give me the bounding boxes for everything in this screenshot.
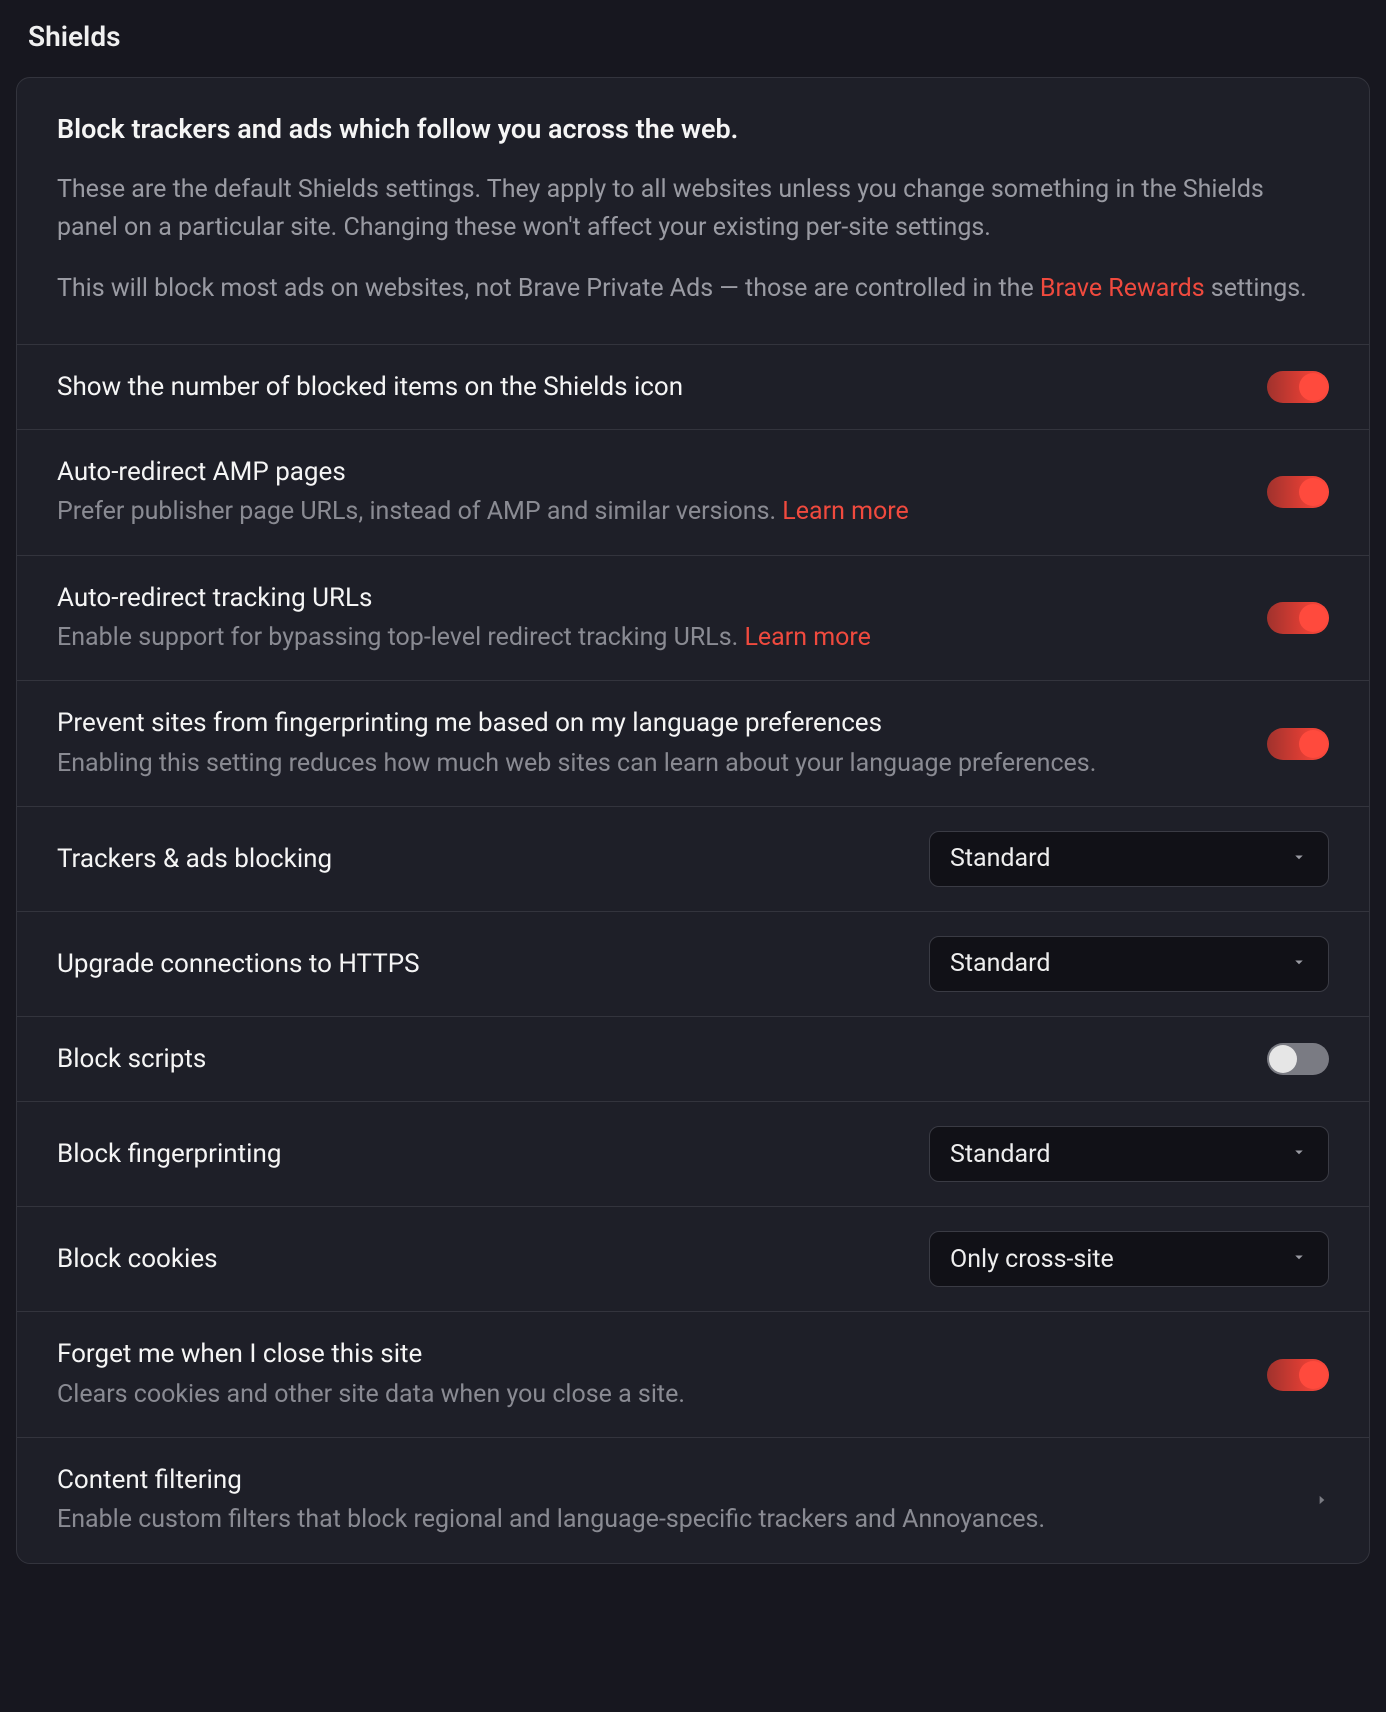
trackers-ads-select[interactable]: Standard — [929, 831, 1329, 887]
show-blocked-count-toggle[interactable] — [1267, 371, 1329, 403]
row-forget-me: Forget me when I close this site Clears … — [17, 1312, 1369, 1438]
lang-fp-toggle[interactable] — [1267, 728, 1329, 760]
intro-section: Block trackers and ads which follow you … — [17, 78, 1369, 345]
intro-title: Block trackers and ads which follow you … — [57, 112, 1329, 147]
block-scripts-toggle[interactable] — [1267, 1043, 1329, 1075]
amp-toggle[interactable] — [1267, 476, 1329, 508]
https-title: Upgrade connections to HTTPS — [57, 946, 905, 982]
caret-down-icon — [1290, 1143, 1308, 1165]
trackers-ads-select-value: Standard — [950, 844, 1050, 873]
block-scripts-title: Block scripts — [57, 1041, 1243, 1077]
block-cookies-title: Block cookies — [57, 1241, 905, 1277]
forget-me-subtitle: Clears cookies and other site data when … — [57, 1377, 1243, 1413]
tracking-subtitle: Enable support for bypassing top-level r… — [57, 620, 1243, 656]
amp-title: Auto-redirect AMP pages — [57, 454, 1243, 490]
forget-me-title: Forget me when I close this site — [57, 1336, 1243, 1372]
forget-me-toggle[interactable] — [1267, 1359, 1329, 1391]
toggle-knob — [1299, 478, 1327, 506]
lang-fp-subtitle: Enabling this setting reduces how much w… — [57, 746, 1243, 782]
row-upgrade-https: Upgrade connections to HTTPS Standard — [17, 912, 1369, 1017]
brave-rewards-link[interactable]: Brave Rewards — [1040, 274, 1205, 303]
amp-subtitle: Prefer publisher page URLs, instead of A… — [57, 494, 1243, 530]
toggle-knob — [1299, 1361, 1327, 1389]
content-filtering-title: Content filtering — [57, 1462, 1291, 1498]
row-block-cookies: Block cookies Only cross-site — [17, 1207, 1369, 1312]
toggle-knob — [1299, 373, 1327, 401]
row-auto-redirect-tracking: Auto-redirect tracking URLs Enable suppo… — [17, 556, 1369, 682]
chevron-right-icon — [1315, 1489, 1329, 1511]
intro-para2-suffix: settings. — [1205, 274, 1307, 303]
row-trackers-ads-blocking: Trackers & ads blocking Standard — [17, 807, 1369, 912]
row-language-fingerprint: Prevent sites from fingerprinting me bas… — [17, 681, 1369, 807]
https-select[interactable]: Standard — [929, 936, 1329, 992]
amp-sub-prefix: Prefer publisher page URLs, instead of A… — [57, 497, 782, 526]
https-select-value: Standard — [950, 949, 1050, 978]
block-fp-select[interactable]: Standard — [929, 1126, 1329, 1182]
block-cookies-select[interactable]: Only cross-site — [929, 1231, 1329, 1287]
block-fp-select-value: Standard — [950, 1140, 1050, 1169]
show-blocked-count-title: Show the number of blocked items on the … — [57, 369, 1243, 405]
block-cookies-select-value: Only cross-site — [950, 1245, 1114, 1274]
trackers-ads-title: Trackers & ads blocking — [57, 841, 905, 877]
caret-down-icon — [1290, 953, 1308, 975]
toggle-knob — [1299, 604, 1327, 632]
tracking-learn-more-link[interactable]: Learn more — [744, 623, 870, 652]
caret-down-icon — [1290, 1248, 1308, 1270]
intro-paragraph-2: This will block most ads on websites, no… — [57, 270, 1329, 308]
amp-learn-more-link[interactable]: Learn more — [782, 497, 908, 526]
page-title: Shields — [28, 20, 1370, 53]
toggle-knob — [1269, 1045, 1297, 1073]
content-filtering-subtitle: Enable custom filters that block regiona… — [57, 1502, 1291, 1538]
row-show-blocked-count: Show the number of blocked items on the … — [17, 345, 1369, 430]
block-fp-title: Block fingerprinting — [57, 1136, 905, 1172]
lang-fp-title: Prevent sites from fingerprinting me bas… — [57, 705, 1243, 741]
shields-settings-card: Block trackers and ads which follow you … — [16, 77, 1370, 1564]
toggle-knob — [1299, 730, 1327, 758]
row-content-filtering[interactable]: Content filtering Enable custom filters … — [17, 1438, 1369, 1563]
row-block-scripts: Block scripts — [17, 1017, 1369, 1102]
row-auto-redirect-amp: Auto-redirect AMP pages Prefer publisher… — [17, 430, 1369, 556]
tracking-toggle[interactable] — [1267, 602, 1329, 634]
intro-para2-prefix: This will block most ads on websites, no… — [57, 274, 1040, 303]
tracking-title: Auto-redirect tracking URLs — [57, 580, 1243, 616]
intro-paragraph-1: These are the default Shields settings. … — [57, 171, 1329, 246]
row-block-fingerprinting: Block fingerprinting Standard — [17, 1102, 1369, 1207]
caret-down-icon — [1290, 848, 1308, 870]
tracking-sub-prefix: Enable support for bypassing top-level r… — [57, 623, 744, 652]
